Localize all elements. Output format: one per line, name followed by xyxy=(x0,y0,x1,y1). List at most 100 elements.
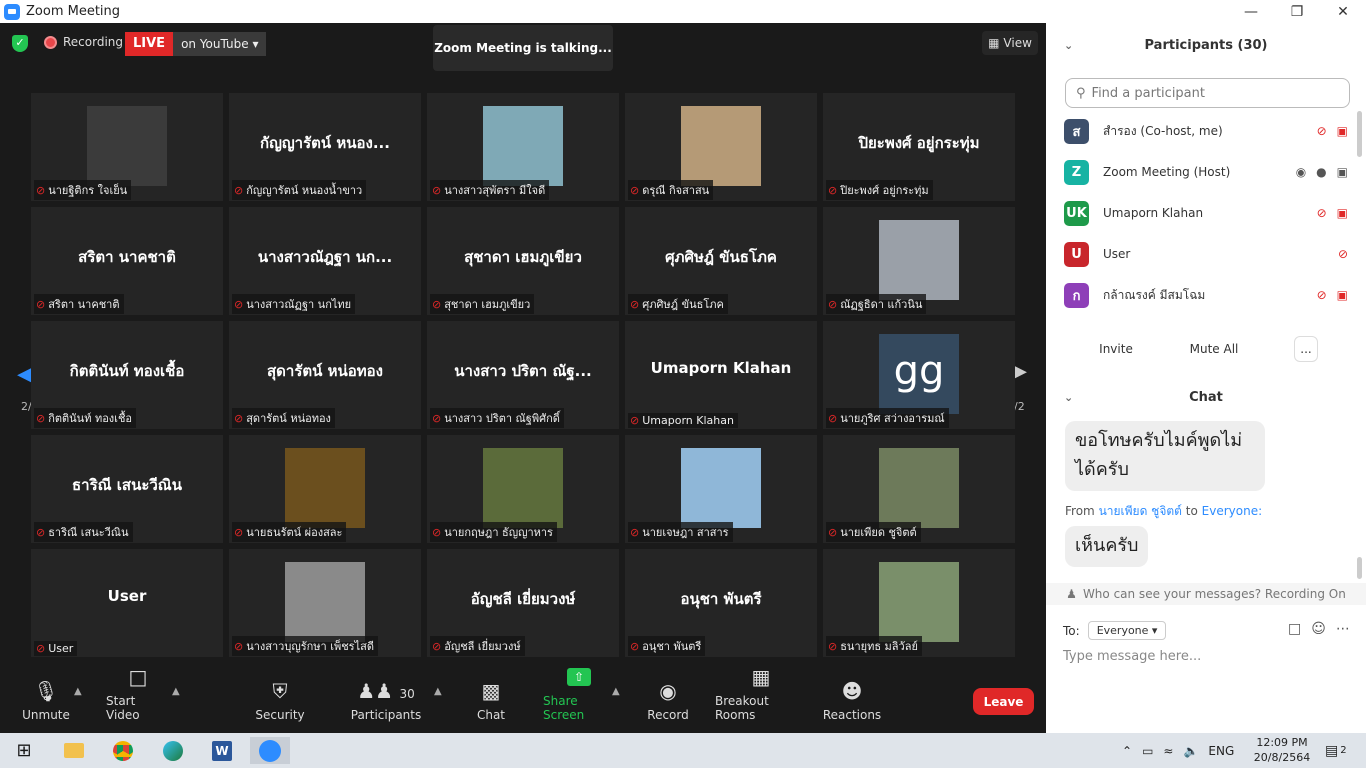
recipient-dropdown[interactable]: Everyone ▾ xyxy=(1087,621,1167,640)
participant-row[interactable]: กกล้าณรงค์ มีสมโฉม ⊘ ▣ xyxy=(1064,275,1348,315)
record-button[interactable]: ◉ Record xyxy=(645,668,691,733)
video-tile[interactable]: นางสาว ปริตา ณัฐ... ⊘ นางสาว ปริตา ณัฐพิศั… xyxy=(427,321,619,429)
video-tile[interactable]: กัญญารัตน์ หนอง... ⊘ กัญญารัตน์ หนองน้ำขาว xyxy=(229,93,421,201)
close-button[interactable]: ✕ xyxy=(1320,0,1366,23)
chat-message-input[interactable]: Type message here... xyxy=(1063,649,1201,664)
participant-label-text: กัญญารัตน์ หนองน้ำขาว xyxy=(246,184,363,197)
video-tile[interactable]: ศุภศิษฎ์ ขันธโภค ⊘ ศุภศิษฎ์ ขันธโภค xyxy=(625,207,817,315)
participant-name-label: ⊘ นายเจษฎา สาสาร xyxy=(628,522,733,542)
emoji-icon[interactable]: ☺ xyxy=(1311,621,1326,637)
security-shield-icon[interactable]: ✓ xyxy=(12,35,28,52)
collapse-chevron-icon[interactable]: ⌄ xyxy=(1064,39,1073,52)
restore-button[interactable]: ❐ xyxy=(1274,0,1320,23)
video-tile[interactable]: ⊘ นางสาวบุญรักษา เพ็ชรไสดี xyxy=(229,549,421,657)
video-tile[interactable]: ⊘ นายฐิติกร ใจเย็น xyxy=(31,93,223,201)
reactions-button[interactable]: ☻ Reactions xyxy=(823,668,881,733)
participants-options-caret-icon[interactable]: ▲ xyxy=(434,686,442,697)
video-tile[interactable]: User ⊘ User xyxy=(31,549,223,657)
video-tile[interactable]: ⊘ ธนายุทธ มลิวัลย์ xyxy=(823,549,1015,657)
word-icon[interactable]: W xyxy=(202,737,242,764)
video-tile[interactable]: สริตา นาคชาติ ⊘ สริตา นาคชาติ xyxy=(31,207,223,315)
participant-label-text: นายเพียด ชูจิตต์ xyxy=(840,526,917,539)
audio-options-caret-icon[interactable]: ▲ xyxy=(74,686,82,697)
share-options-caret-icon[interactable]: ▲ xyxy=(612,686,620,697)
participant-name-label: ⊘ Umaporn Klahan xyxy=(628,413,738,428)
mic-muted-icon: ⊘ xyxy=(630,183,640,197)
wifi-icon[interactable]: ≈ xyxy=(1163,744,1173,758)
video-options-caret-icon[interactable]: ▲ xyxy=(172,686,180,697)
language-indicator[interactable]: ENG xyxy=(1208,744,1234,758)
participant-label-text: นายธนรัตน์ ผ่องสละ xyxy=(246,526,343,539)
recording-indicator[interactable]: Recording xyxy=(44,35,123,49)
edge-icon[interactable] xyxy=(153,737,193,764)
file-icon[interactable]: □ xyxy=(1288,621,1301,637)
video-tile[interactable]: ⊘ ดรุณี กิจสาสน xyxy=(625,93,817,201)
leave-button[interactable]: Leave xyxy=(973,688,1034,715)
video-tile[interactable]: ⊘ นายธนรัตน์ ผ่องสละ xyxy=(229,435,421,543)
invite-button[interactable]: Invite xyxy=(1094,336,1138,362)
sender-name-link[interactable]: นายเพียด ชูจิตต์ xyxy=(1099,504,1182,518)
video-tile[interactable]: กิตตินันท์ ทองเชื้อ ⊘ กิตตินันท์ ทองเชื้อ xyxy=(31,321,223,429)
mic-muted-icon: ⊘ xyxy=(630,297,640,311)
battery-icon[interactable]: ▭ xyxy=(1142,744,1153,758)
tray-overflow-icon[interactable]: ⌃ xyxy=(1122,744,1132,758)
participant-label-text: นางสาวบุญรักษา เพ็ชรไสดี xyxy=(246,640,374,653)
breakout-rooms-button[interactable]: ▦ Breakout Rooms xyxy=(715,666,807,733)
chat-scrollbar[interactable] xyxy=(1357,557,1362,579)
participant-row[interactable]: สสำรอง (Co-host, me) ⊘ ▣ xyxy=(1064,111,1348,151)
participants-button[interactable]: ♟♟ 30 Participants xyxy=(351,668,422,733)
video-tile[interactable]: ⊘ นายเพียด ชูจิตต์ xyxy=(823,435,1015,543)
participants-scrollbar[interactable] xyxy=(1357,111,1362,157)
participant-status-icons: ◉ ● ▣ xyxy=(1296,165,1348,179)
start-video-button[interactable]: □ Start Video xyxy=(106,666,170,733)
participant-row[interactable]: U User ⊘ xyxy=(1064,234,1348,274)
video-tile[interactable]: อนุชา พันตรี ⊘ อนุชา พันตรี xyxy=(625,549,817,657)
file-explorer-icon[interactable] xyxy=(54,737,94,764)
participant-label-text: ธนายุทธ มลิวัลย์ xyxy=(840,640,918,653)
chat-button[interactable]: ▩ Chat xyxy=(470,668,512,733)
recipient-link[interactable]: Everyone: xyxy=(1202,504,1262,518)
video-tile[interactable]: ⊘ นายเจษฎา สาสาร xyxy=(625,435,817,543)
view-button[interactable]: ▦ View xyxy=(982,31,1038,55)
mute-all-button[interactable]: Mute All xyxy=(1183,336,1245,362)
participant-label-text: นายภูริศ สว่างอารมณ์ xyxy=(840,412,945,425)
more-icon[interactable]: ⋯ xyxy=(1336,621,1350,637)
video-tile[interactable]: อัญชลี เยี่ยมวงษ์ ⊘ อัญชลี เยี่ยมวงษ์ xyxy=(427,549,619,657)
live-target-dropdown[interactable]: on YouTube ▾ xyxy=(173,32,267,56)
video-tile[interactable]: gg ⊘ นายภูริศ สว่างอารมณ์ xyxy=(823,321,1015,429)
security-button[interactable]: ⛨ Security xyxy=(255,668,305,733)
message-visibility-notice[interactable]: ♟ Who can see your messages? Recording O… xyxy=(1046,583,1366,605)
participant-name-label: ⊘ User xyxy=(34,641,78,656)
video-tile[interactable]: ⊘ ณัฏฐธิดา แก้วนิน xyxy=(823,207,1015,315)
title-bar: Zoom Meeting — ❐ ✕ xyxy=(0,0,1366,23)
volume-icon[interactable]: 🔈 xyxy=(1183,744,1198,758)
video-tile[interactable]: สุดารัตน์ หน่อทอง ⊘ สุดารัตน์ หน่อทอง xyxy=(229,321,421,429)
zoom-taskbar-icon[interactable] xyxy=(250,737,290,764)
meeting-area: ✓ Recording LIVE on YouTube ▾ Zoom Meeti… xyxy=(0,23,1046,733)
more-options-button[interactable]: ... xyxy=(1294,336,1318,362)
participant-row[interactable]: Z Zoom Meeting (Host) ◉ ● ▣ xyxy=(1064,152,1348,192)
video-tile[interactable]: นางสาวณัฎฐา นก... ⊘ นางสาวณัฏฐา นกไทย xyxy=(229,207,421,315)
live-stream-indicator[interactable]: LIVE on YouTube ▾ xyxy=(125,32,267,56)
participant-row[interactable]: UK Umaporn Klahan ⊘ ▣ xyxy=(1064,193,1348,233)
video-tile[interactable]: สุชาดา เฮมภูเขียว ⊘ สุชาดา เฮมภูเขียว xyxy=(427,207,619,315)
mic-muted-icon: ⊘ xyxy=(630,414,640,427)
video-tile[interactable]: ⊘ นางสาวสุพัตรา มีใจดี xyxy=(427,93,619,201)
minimize-button[interactable]: — xyxy=(1228,0,1274,23)
video-tile[interactable]: Umaporn Klahan ⊘ Umaporn Klahan xyxy=(625,321,817,429)
video-tile[interactable]: ปิยะพงศ์ อยู่กระทุ่ม ⊘ ปิยะพงศ์ อยู่กระทุ่… xyxy=(823,93,1015,201)
share-screen-button[interactable]: ⇧ Share Screen xyxy=(543,668,615,733)
video-tile[interactable]: ธาริณี เสนะวีณิน ⊘ ธาริณี เสนะวีณิน xyxy=(31,435,223,543)
find-participant-input[interactable]: ⚲ Find a participant xyxy=(1065,78,1350,108)
live-badge: LIVE xyxy=(125,32,174,56)
talking-indicator: Zoom Meeting is talking... xyxy=(433,25,613,71)
video-tile[interactable]: ⊘ นายกฤษฎา ธัญญาหาร xyxy=(427,435,619,543)
taskbar-clock[interactable]: 12:09 PM 20/8/2564 xyxy=(1253,735,1311,765)
participant-photo xyxy=(285,562,365,642)
collapse-chat-chevron-icon[interactable]: ⌄ xyxy=(1064,391,1073,404)
participant-photo xyxy=(879,562,959,642)
notifications-button[interactable]: ▤ 2 xyxy=(1325,733,1347,768)
chrome-icon[interactable] xyxy=(103,737,143,764)
unmute-button[interactable]: 🎙 Unmute xyxy=(20,668,72,733)
windows-start-icon[interactable]: ⊞ xyxy=(4,737,44,764)
